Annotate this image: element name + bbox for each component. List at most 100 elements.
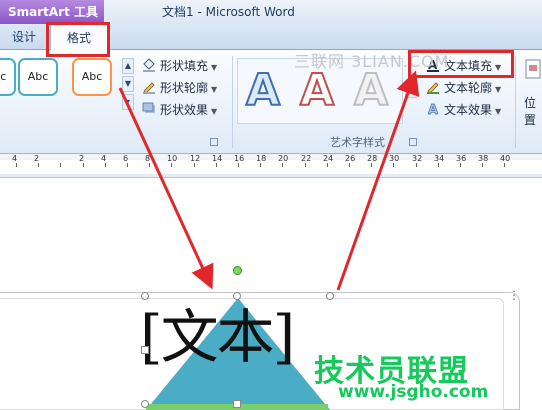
- ruler-tick-label: 6: [123, 154, 129, 163]
- window-title: 文档1 - Microsoft Word: [162, 5, 295, 19]
- ruler-tick-label: 40: [500, 154, 511, 163]
- ruler-tick-label: 22: [301, 154, 312, 163]
- resize-handle[interactable]: [326, 292, 334, 300]
- shape-style-sample[interactable]: Abc: [18, 58, 58, 96]
- position-label: 位置: [524, 96, 537, 127]
- gallery-scroll-up-icon[interactable]: ▲: [122, 58, 134, 74]
- tab-design[interactable]: 设计: [12, 24, 36, 50]
- ruler-tick-mark: [460, 163, 461, 167]
- smartart-tools-tab[interactable]: SmartArt 工具: [0, 0, 104, 24]
- ruler-tick-mark: [282, 163, 283, 167]
- dropdown-arrow-icon: ▼: [211, 63, 218, 72]
- ruler-tick-mark: [238, 163, 239, 167]
- document-page[interactable]: [文本] ⋮ 技术员联盟 www.jsgho.com: [0, 178, 542, 410]
- smartart-text[interactable]: [文本]: [140, 302, 295, 372]
- ruler-tick-label: 4: [101, 154, 107, 163]
- resize-handle[interactable]: [141, 346, 149, 354]
- shape-effects-button[interactable]: 形状效果 ▼: [142, 100, 217, 120]
- dropdown-arrow-icon: ▼: [211, 85, 218, 94]
- ruler-tick-label: 24: [323, 154, 334, 163]
- ruler-tick-mark: [438, 163, 439, 167]
- shape-effects-label: 形状效果: [160, 103, 209, 117]
- ruler-tick-label: 30: [389, 154, 400, 163]
- ruler-tick-mark: [149, 163, 150, 167]
- dialog-launcher-icon[interactable]: [210, 138, 218, 146]
- ruler-tick-mark: [127, 163, 128, 167]
- gallery-scroll-down-icon[interactable]: ▾: [405, 82, 417, 98]
- ruler-tick-mark: [305, 163, 306, 167]
- resize-handle[interactable]: [233, 400, 241, 408]
- shape-fill-label: 形状填充: [160, 59, 209, 73]
- ruler-tick-mark: [393, 163, 394, 167]
- ruler-tick-label: 8: [145, 154, 151, 163]
- ruler-tick-mark: [349, 163, 350, 167]
- ruler-tick-label: 34: [434, 154, 445, 163]
- dropdown-arrow-icon: ▼: [495, 85, 502, 94]
- ruler-tick-label: 4: [12, 154, 18, 163]
- text-fill-label: 文本填充: [444, 59, 493, 73]
- ruler-tick-mark: [105, 163, 106, 167]
- ruler-tick-mark: [260, 163, 261, 167]
- ruler-tick-mark: [83, 163, 84, 167]
- shape-outline-label: 形状轮廓: [160, 81, 209, 95]
- resize-handle[interactable]: [141, 292, 149, 300]
- dropdown-arrow-icon: ▼: [495, 63, 502, 72]
- shape-style-sample[interactable]: Abc: [0, 58, 16, 96]
- position-icon: [525, 59, 541, 79]
- ruler-tick-mark: [16, 163, 17, 167]
- ruler-tick-label: 28: [367, 154, 378, 163]
- move-cursor-icon: ⋮: [508, 288, 520, 302]
- site-watermark-url: www.jsgho.com: [338, 382, 489, 402]
- pencil-icon: [143, 82, 155, 94]
- shape-outline-button[interactable]: 形状轮廓 ▼: [142, 78, 217, 98]
- wordart-sample-blue[interactable]: A: [245, 63, 281, 119]
- ruler-tick-label: 20: [278, 154, 289, 163]
- group-separator: [515, 56, 516, 148]
- ruler-tick-mark: [416, 163, 417, 167]
- ruler-tick-label: 26: [345, 154, 356, 163]
- svg-text:A: A: [428, 103, 438, 116]
- shape-effects-icon: [142, 102, 155, 113]
- dialog-launcher-icon[interactable]: [409, 138, 417, 146]
- text-effects-a-icon: A: [428, 103, 439, 116]
- ruler-tick-label: 32: [412, 154, 423, 163]
- ruler-tick-mark: [216, 163, 217, 167]
- shape-fill-button[interactable]: 形状填充 ▼: [142, 56, 217, 76]
- ruler-tick-mark: [38, 163, 39, 167]
- group-separator: [232, 56, 233, 148]
- horizontal-ruler[interactable]: 4 2 2 4 6 8 10 12 14 16 18 20 22 24 26 28 30 32 34 36 38 40: [0, 154, 542, 178]
- pencil-icon: [427, 82, 439, 94]
- ruler-tick-mark: [504, 163, 505, 167]
- ruler-tick-label: 36: [456, 154, 467, 163]
- ribbon-tab-row: 设计 格式: [0, 24, 542, 51]
- ruler-tick-label: 14: [212, 154, 223, 163]
- wordart-styles-group-label: 艺术字样式: [330, 136, 385, 149]
- ruler-tick-mark: [171, 163, 172, 167]
- ruler-tick-label: 38: [478, 154, 489, 163]
- ruler-tick-label: 12: [190, 154, 201, 163]
- resize-handle[interactable]: [233, 292, 241, 300]
- text-outline-button[interactable]: 文本轮廓 ▼: [426, 78, 501, 98]
- dropdown-arrow-icon: ▼: [211, 107, 218, 116]
- text-effects-label: 文本效果: [444, 103, 493, 117]
- paint-bucket-icon: [143, 58, 155, 72]
- ruler-tick-mark: [194, 163, 195, 167]
- ruler-tick-mark: [327, 163, 328, 167]
- gallery-more-icon[interactable]: ▾: [122, 94, 134, 110]
- ruler-tick-mark: [60, 163, 61, 167]
- ruler-tick-mark: [482, 163, 483, 167]
- text-effects-button[interactable]: A 文本效果 ▼: [426, 100, 502, 120]
- dropdown-arrow-icon: ▼: [495, 107, 502, 116]
- ruler-tick-mark: [371, 163, 372, 167]
- gallery-scroll-down-icon[interactable]: ▼: [122, 76, 134, 92]
- shape-style-sample[interactable]: Abc: [72, 58, 112, 96]
- title-bar: SmartArt 工具 文档1 - Microsoft Word: [0, 0, 542, 24]
- ruler-tick-label: 16: [234, 154, 245, 163]
- ruler-tick-label: 2: [79, 154, 85, 163]
- rotation-handle[interactable]: [233, 266, 242, 275]
- ruler-tick-label: 2: [34, 154, 40, 163]
- ruler-tick-label: 10: [167, 154, 178, 163]
- resize-handle[interactable]: [141, 400, 149, 408]
- tab-format[interactable]: 格式: [50, 24, 108, 51]
- site-watermark: 三联网 3LIAN.COM: [294, 52, 450, 71]
